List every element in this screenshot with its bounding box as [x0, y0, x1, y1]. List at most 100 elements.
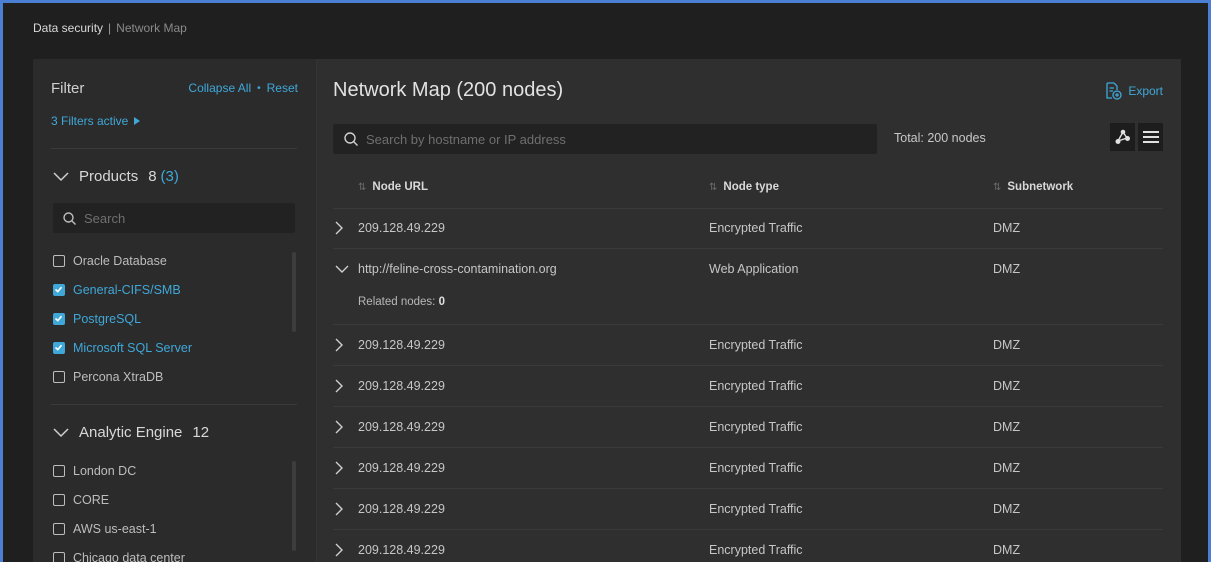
- node-url: 209.128.49.229: [358, 502, 445, 516]
- column-header-node-type[interactable]: ⇅ Node type: [709, 181, 779, 193]
- checkbox-unchecked-icon: [53, 551, 65, 562]
- checkbox-checked-icon: [53, 283, 65, 296]
- checkbox-label: General-CIFS/SMB: [73, 282, 181, 297]
- node-subnet: DMZ: [993, 379, 1021, 393]
- table-row[interactable]: 209.128.49.229 Encrypted Traffic DMZ: [333, 489, 1163, 530]
- column-label: Subnetwork: [1007, 181, 1074, 193]
- checkbox-oracle-database[interactable]: Oracle Database: [53, 246, 192, 275]
- analytic-engine-scrollbar[interactable]: [292, 461, 296, 551]
- chevron-down-icon[interactable]: [335, 265, 349, 274]
- node-type: Encrypted Traffic: [709, 221, 803, 235]
- filters-active-link[interactable]: 3 Filters active: [51, 114, 141, 128]
- checkbox-label: Chicago data center: [73, 550, 185, 562]
- breadcrumb: Data security | Network Map: [33, 21, 187, 35]
- node-type: Encrypted Traffic: [709, 543, 803, 557]
- column-label: Node URL: [372, 181, 428, 193]
- node-type: Encrypted Traffic: [709, 461, 803, 475]
- node-subnet: DMZ: [993, 461, 1021, 475]
- analytic-engine-section-toggle[interactable]: Analytic Engine 12: [53, 424, 209, 441]
- checkbox-microsoft-sql-server[interactable]: Microsoft SQL Server: [53, 333, 192, 362]
- chevron-right-icon[interactable]: [335, 461, 344, 475]
- table-header: ⇅ Node URL ⇅ Node type ⇅ Subnetwork: [333, 174, 1163, 209]
- table-row[interactable]: 209.128.49.229 Encrypted Traffic DMZ: [333, 208, 1163, 249]
- node-search-input[interactable]: [364, 130, 868, 148]
- checkbox-label: London DC: [73, 463, 137, 478]
- checkbox-unchecked-icon: [53, 522, 65, 535]
- checkbox-core[interactable]: CORE: [53, 485, 185, 514]
- checkbox-label: CORE: [73, 492, 110, 507]
- chevron-right-icon[interactable]: [335, 543, 344, 557]
- chevron-right-icon[interactable]: [335, 502, 344, 516]
- node-type: Encrypted Traffic: [709, 379, 803, 393]
- node-type: Encrypted Traffic: [709, 338, 803, 352]
- checkbox-checked-icon: [53, 341, 65, 354]
- sort-icon: ⇅: [993, 181, 1002, 193]
- node-subnet: DMZ: [993, 543, 1021, 557]
- analytic-engine-label: Analytic Engine: [79, 424, 183, 441]
- list-icon: [1142, 131, 1159, 143]
- analytic-engine-list: London DC CORE AWS us-east-1 Chicago dat…: [53, 456, 185, 562]
- checkbox-label: Microsoft SQL Server: [73, 340, 193, 355]
- node-subnet: DMZ: [993, 262, 1021, 276]
- products-selected-count: (3): [160, 168, 179, 185]
- table-row[interactable]: 209.128.49.229 Encrypted Traffic DMZ: [333, 407, 1163, 448]
- breadcrumb-root[interactable]: Data security: [33, 21, 103, 35]
- collapse-all-link[interactable]: Collapse All: [188, 81, 251, 95]
- table-row-expanded[interactable]: http://feline-cross-contamination.org We…: [333, 249, 1163, 325]
- reset-link[interactable]: Reset: [267, 81, 298, 95]
- graph-icon: [1115, 129, 1130, 144]
- checkbox-label: PostgreSQL: [73, 311, 142, 326]
- graph-view-button[interactable]: [1110, 123, 1135, 151]
- node-url: 209.128.49.229: [358, 338, 445, 352]
- column-label: Node type: [723, 181, 779, 193]
- products-search-input[interactable]: [82, 209, 286, 227]
- column-header-node-url[interactable]: ⇅ Node URL: [358, 181, 428, 193]
- breadcrumb-separator: |: [108, 21, 112, 35]
- related-nodes: Related nodes: 0: [358, 296, 445, 308]
- list-view-button[interactable]: [1138, 123, 1163, 151]
- node-search: [333, 124, 877, 154]
- chevron-right-icon[interactable]: [335, 338, 344, 352]
- app-frame: Data security | Network Map Filter Colla…: [0, 0, 1211, 562]
- products-list: Oracle Database General-CIFS/SMB Postgre…: [53, 246, 192, 391]
- node-type: Encrypted Traffic: [709, 502, 803, 516]
- products-scrollbar[interactable]: [292, 252, 296, 332]
- table-row[interactable]: 209.128.49.229 Encrypted Traffic DMZ: [333, 325, 1163, 366]
- sort-icon: ⇅: [709, 181, 718, 193]
- checkbox-london-dc[interactable]: London DC: [53, 456, 185, 485]
- filter-title: Filter: [51, 80, 85, 97]
- checkbox-percona-xtradb[interactable]: Percona XtraDB: [53, 362, 192, 391]
- node-subnet: DMZ: [993, 221, 1021, 235]
- search-icon: [344, 132, 358, 146]
- products-count: 8: [148, 168, 157, 185]
- chevron-right-icon[interactable]: [335, 420, 344, 434]
- node-subnet: DMZ: [993, 502, 1021, 516]
- checkbox-unchecked-icon: [53, 254, 65, 267]
- products-section-toggle[interactable]: Products 8 (3): [53, 168, 179, 185]
- chevron-right-icon[interactable]: [335, 379, 344, 393]
- node-subnet: DMZ: [993, 420, 1021, 434]
- node-url: 209.128.49.229: [358, 543, 445, 557]
- column-header-subnetwork[interactable]: ⇅ Subnetwork: [993, 181, 1073, 193]
- chevron-down-icon: [53, 171, 69, 181]
- divider: [51, 404, 297, 405]
- export-button[interactable]: Export: [1105, 82, 1163, 100]
- chevron-right-icon[interactable]: [335, 221, 344, 235]
- checkbox-label: AWS us-east-1: [73, 521, 157, 536]
- checkbox-postgresql[interactable]: PostgreSQL: [53, 304, 192, 333]
- node-subnet: DMZ: [993, 338, 1021, 352]
- table-row[interactable]: 209.128.49.229 Encrypted Traffic DMZ: [333, 448, 1163, 489]
- checkbox-aws-us-east-1[interactable]: AWS us-east-1: [53, 514, 185, 543]
- checkbox-chicago-data-center[interactable]: Chicago data center: [53, 543, 185, 562]
- search-icon: [63, 211, 76, 225]
- checkbox-checked-icon: [53, 312, 65, 325]
- filter-actions: Collapse All • Reset: [188, 81, 298, 95]
- checkbox-general-cifs-smb[interactable]: General-CIFS/SMB: [53, 275, 192, 304]
- node-type: Web Application: [709, 262, 799, 276]
- table-row[interactable]: 209.128.49.229 Encrypted Traffic DMZ: [333, 530, 1163, 562]
- checkbox-unchecked-icon: [53, 370, 65, 383]
- analytic-engine-count: 12: [192, 424, 210, 441]
- content-panel: Filter Collapse All • Reset 3 Filters ac…: [33, 59, 1181, 562]
- divider: [51, 148, 297, 149]
- table-row[interactable]: 209.128.49.229 Encrypted Traffic DMZ: [333, 366, 1163, 407]
